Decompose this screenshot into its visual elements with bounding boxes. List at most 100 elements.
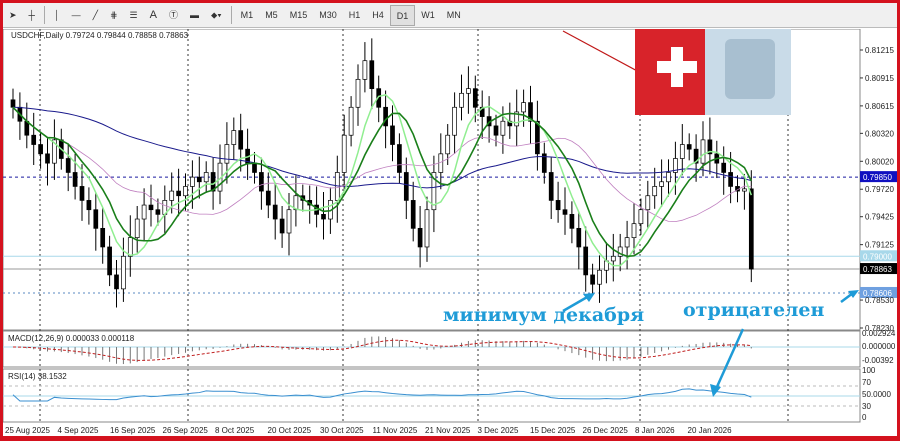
rsi-tick-label: 50.0000 bbox=[862, 390, 891, 399]
date-tick-label: 20 Oct 2025 bbox=[268, 426, 312, 435]
candle-body bbox=[286, 209, 292, 234]
horizontal-line-tool[interactable]: — bbox=[66, 5, 87, 26]
candle-body bbox=[459, 92, 464, 108]
candle-body bbox=[38, 144, 43, 155]
candle-body bbox=[548, 172, 554, 201]
price-tick-label: 0.79425 bbox=[865, 213, 894, 222]
chart-area[interactable]: 0.79850 0.79000 0.78863 0.78606 0.81215 0.809… bbox=[2, 28, 897, 436]
vertical-line-tool[interactable]: │ bbox=[48, 5, 66, 26]
macd-tick-label: -0.00392 bbox=[862, 356, 894, 365]
timeframe-m30[interactable]: M30 bbox=[313, 5, 343, 26]
candle-body bbox=[107, 246, 112, 276]
candle-body bbox=[341, 134, 347, 173]
timeframe-w1[interactable]: W1 bbox=[415, 5, 441, 26]
price-label-current: 0.78863 bbox=[863, 265, 892, 274]
candle-body bbox=[493, 125, 499, 136]
crosshair-tool[interactable]: ┼ bbox=[23, 5, 41, 26]
timeframe-m5[interactable]: M5 bbox=[259, 5, 284, 26]
candle-body bbox=[86, 200, 92, 211]
candle-body bbox=[224, 144, 230, 164]
candle-body bbox=[231, 130, 237, 145]
candle-body bbox=[321, 214, 326, 220]
price-tick-label: 0.79125 bbox=[865, 241, 894, 250]
candle-body bbox=[265, 190, 271, 206]
swiss-flag-promo-image bbox=[635, 29, 791, 115]
price-tick-label: 0.78530 bbox=[865, 296, 894, 305]
candle-body bbox=[279, 218, 285, 234]
timeframe-h1[interactable]: H1 bbox=[343, 5, 367, 26]
candle-body bbox=[631, 223, 637, 239]
candle-body bbox=[666, 172, 671, 183]
text-label-tool[interactable]: Ⓣ bbox=[163, 5, 184, 26]
price-tick-label: 0.80615 bbox=[865, 102, 894, 111]
date-tick-label: 15 Dec 2025 bbox=[530, 426, 576, 435]
candle-body bbox=[569, 214, 575, 229]
candle-body bbox=[624, 237, 630, 248]
candle-body bbox=[555, 200, 561, 211]
candle-body bbox=[410, 200, 416, 229]
toolbar: ➤ ┼ │ — ╱ ⋕ ☰ A Ⓣ ▬ ⬥▾ M1 M5 M15 M30 H1 H4 D1 W… bbox=[3, 3, 897, 28]
price-tick-label: 0.80915 bbox=[865, 74, 894, 83]
candle-body bbox=[127, 237, 133, 257]
rectangle-tool[interactable]: ▬ bbox=[184, 5, 205, 26]
december-low-annotation: минимум декабря bbox=[443, 304, 645, 326]
timeframe-m15[interactable]: M15 bbox=[284, 5, 314, 26]
candle-body bbox=[748, 188, 754, 270]
candle-body bbox=[369, 60, 375, 89]
candle-body bbox=[252, 162, 257, 173]
candle-body bbox=[700, 139, 706, 164]
candle-body bbox=[472, 88, 478, 108]
candle-body bbox=[659, 181, 664, 187]
date-tick-label: 26 Sep 2025 bbox=[163, 426, 209, 435]
candle-body bbox=[424, 209, 430, 248]
price-tick-label: 0.80020 bbox=[865, 157, 894, 166]
candle-body bbox=[148, 204, 154, 211]
chart-header: USDCHF,Daily 0.79724 0.79844 0.78858 0.7… bbox=[11, 31, 189, 40]
candle-body bbox=[521, 102, 526, 113]
candle-body bbox=[742, 188, 747, 192]
date-tick-label: 25 Aug 2025 bbox=[5, 426, 50, 435]
timeframe-m1[interactable]: M1 bbox=[235, 5, 260, 26]
date-tick-label: 26 Dec 2025 bbox=[583, 426, 629, 435]
timeframe-h4[interactable]: H4 bbox=[366, 5, 390, 26]
candle-body bbox=[190, 176, 195, 187]
date-tick-label: 11 Nov 2025 bbox=[373, 426, 418, 435]
candle-body bbox=[638, 209, 644, 225]
candle-body bbox=[155, 209, 161, 215]
price-tick-label: 0.81215 bbox=[865, 46, 894, 55]
trendline-tool[interactable]: ╱ bbox=[87, 5, 104, 26]
rsi-tick-label: 30 bbox=[862, 402, 871, 411]
timeframe-d1[interactable]: D1 bbox=[389, 4, 416, 26]
rsi-tick-label: 70 bbox=[862, 378, 871, 387]
fibo-levels-tool[interactable]: ☰ bbox=[124, 5, 144, 26]
text-tool[interactable]: A bbox=[144, 5, 163, 26]
timeframe-mn[interactable]: MN bbox=[441, 5, 467, 26]
price-tick-label: 0.79720 bbox=[865, 185, 894, 194]
candle-body bbox=[72, 172, 78, 187]
rsi-tick-label: 100 bbox=[862, 366, 876, 375]
candle-body bbox=[238, 130, 244, 150]
candle-body bbox=[417, 227, 423, 248]
candle-body bbox=[362, 60, 368, 80]
terminal-window: ➤ ┼ │ — ╱ ⋕ ☰ A Ⓣ ▬ ⬥▾ M1 M5 M15 M30 H1 H4 D1 W… bbox=[2, 3, 897, 436]
candle-body bbox=[576, 227, 582, 248]
candle-body bbox=[31, 134, 37, 145]
candle-body bbox=[169, 190, 175, 201]
candle-body bbox=[183, 186, 188, 197]
arrows-tool[interactable]: ⬥▾ bbox=[205, 5, 228, 26]
negative-annotation: отрицателен bbox=[683, 299, 825, 321]
candle-body bbox=[728, 172, 733, 187]
candle-body bbox=[445, 134, 451, 155]
date-tick-label: 21 Nov 2025 bbox=[425, 426, 471, 435]
cursor-tool[interactable]: ➤ bbox=[3, 5, 23, 26]
candle-body bbox=[645, 195, 651, 211]
macd-tick-label: 0.000000 bbox=[862, 342, 896, 351]
date-tick-label: 20 Jan 2026 bbox=[688, 426, 733, 435]
macd-label: MACD(12,26,9) 0.000033 0.000118 bbox=[8, 334, 135, 343]
date-tick-label: 30 Oct 2025 bbox=[320, 426, 364, 435]
candle-body bbox=[610, 255, 616, 262]
candle-body bbox=[348, 106, 354, 136]
candle-body bbox=[79, 186, 85, 201]
fibonacci-tool[interactable]: ⋕ bbox=[104, 5, 124, 26]
candle-body bbox=[100, 227, 106, 248]
